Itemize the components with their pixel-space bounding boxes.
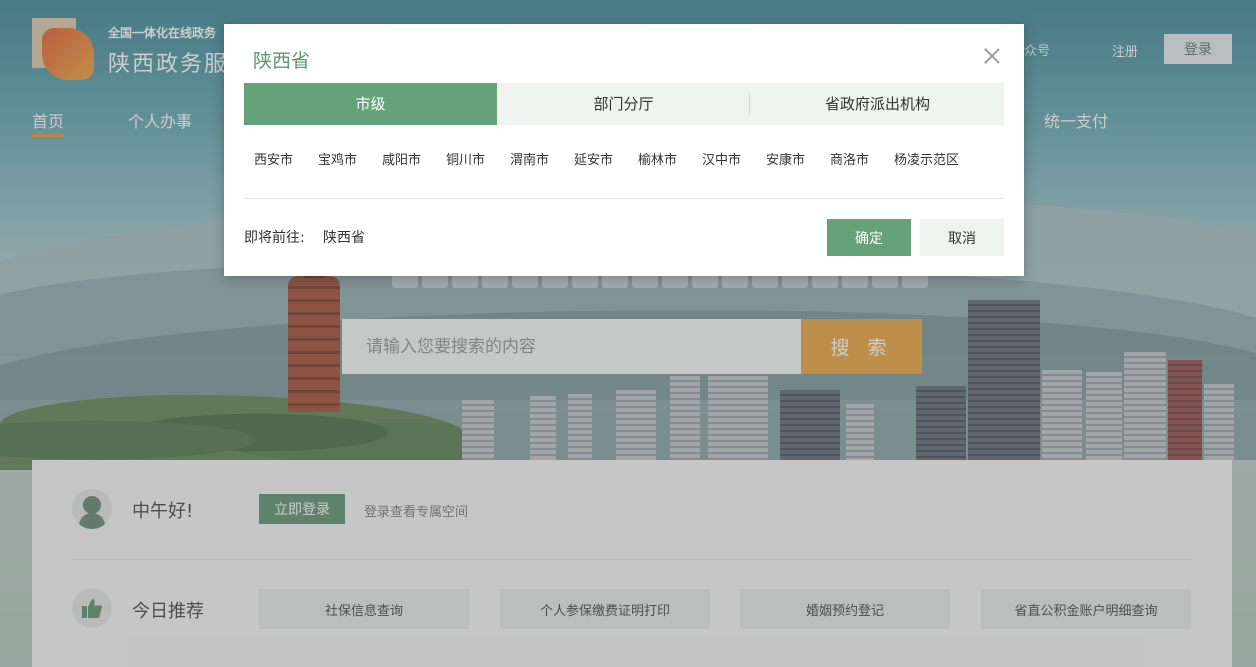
city-item[interactable]: 安康市 (766, 149, 805, 168)
dialog-title: 陕西省 (253, 50, 311, 72)
destination-label: 即将前往: (244, 230, 305, 246)
tab-separator (749, 94, 750, 114)
city-item[interactable]: 铜川市 (446, 149, 485, 168)
cancel-button[interactable]: 取消 (920, 219, 1004, 256)
city-item[interactable]: 西安市 (254, 149, 293, 168)
city-item[interactable]: 商洛市 (830, 149, 869, 168)
city-item[interactable]: 渭南市 (510, 149, 549, 168)
region-tabs: 市级 部门分厅 省政府派出机构 (244, 83, 1004, 125)
confirm-button[interactable]: 确定 (827, 219, 911, 256)
city-item[interactable]: 宝鸡市 (318, 149, 357, 168)
tab-department-halls[interactable]: 部门分厅 (497, 83, 750, 125)
city-item[interactable]: 咸阳市 (382, 149, 421, 168)
tab-provincial-agencies[interactable]: 省政府派出机构 (751, 83, 1004, 125)
destination-value: 陕西省 (323, 230, 365, 246)
city-item[interactable]: 汉中市 (702, 149, 741, 168)
city-item[interactable]: 杨凌示范区 (894, 149, 959, 168)
city-item[interactable]: 延安市 (574, 149, 613, 168)
city-item[interactable]: 榆林市 (638, 149, 677, 168)
tab-city-level[interactable]: 市级 (244, 83, 497, 125)
close-icon[interactable] (980, 44, 1004, 68)
region-select-dialog: 陕西省 市级 部门分厅 省政府派出机构 西安市 宝鸡市 咸阳市 铜川市 渭南市 … (224, 24, 1024, 276)
dialog-divider (244, 198, 1004, 199)
